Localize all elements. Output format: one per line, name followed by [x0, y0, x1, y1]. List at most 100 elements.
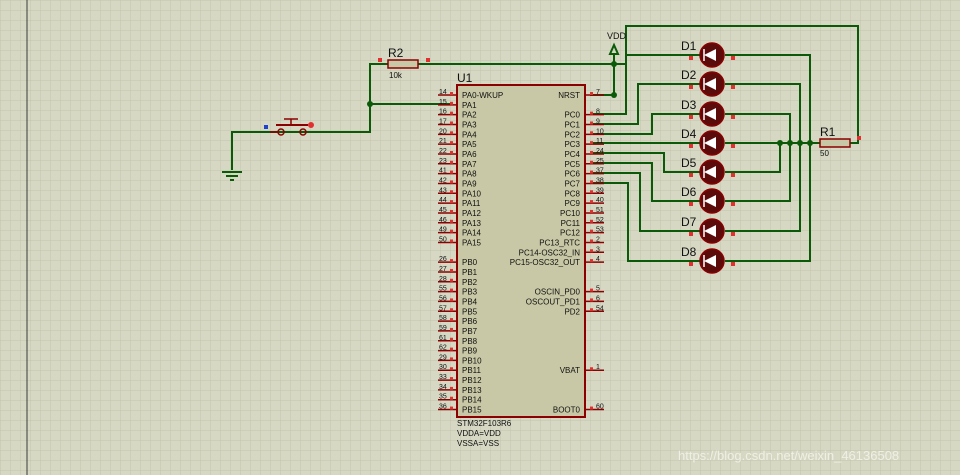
watermark: https://blog.csdn.net/weixin_46136508 [678, 448, 899, 463]
pin-marker [689, 144, 693, 148]
pin-number: 35 [439, 394, 447, 401]
pin-number: 53 [596, 227, 604, 234]
pin-marker [590, 239, 593, 243]
pin-marker [689, 202, 693, 206]
pin-number: 7 [596, 89, 600, 96]
pin-number: 30 [439, 364, 447, 371]
pin-marker [450, 209, 453, 213]
pin-number: 16 [439, 109, 447, 116]
pin-marker [731, 173, 735, 177]
pin-marker [450, 406, 453, 410]
pin-label: PC15-OSC32_OUT [510, 258, 580, 267]
pin-label: PA9 [462, 179, 477, 188]
pin-label: PA8 [462, 170, 477, 179]
pin-label: PC3 [564, 140, 580, 149]
pin-marker [590, 229, 593, 233]
pin-marker [426, 58, 430, 62]
pin-label: OSCIN_PD0 [535, 288, 581, 297]
pin-marker [450, 200, 453, 204]
pin-marker [450, 347, 453, 351]
pin-number: 1 [596, 364, 600, 371]
pin-number: 21 [439, 138, 447, 145]
pin-number: 39 [596, 187, 604, 194]
pin-number: 28 [439, 276, 447, 283]
pin-number: 43 [439, 187, 447, 194]
pin-marker [590, 92, 593, 95]
pin-number: 60 [596, 404, 604, 411]
pin-label: PA12 [462, 209, 482, 218]
pin-marker [450, 92, 453, 95]
pin-marker [689, 115, 693, 119]
pin-marker [450, 318, 453, 322]
pin-marker [450, 180, 453, 184]
pin-label: PA3 [462, 120, 477, 129]
pin-number: 59 [439, 325, 447, 332]
pin-label: PB3 [462, 288, 478, 297]
pin-marker [857, 136, 861, 140]
pin-marker [590, 367, 593, 371]
led-label: D6 [681, 185, 697, 199]
pin-number: 61 [439, 335, 447, 342]
pin-marker [590, 288, 593, 292]
pin-number: 29 [439, 354, 447, 361]
pin-marker [450, 141, 453, 145]
pin-marker [590, 160, 593, 164]
mcu-stm32[interactable]: U1 STM32F103R6 VDDA=VDD VSSA=VSS 14 PA0-W… [438, 71, 604, 448]
pin-number: 11 [596, 138, 603, 145]
schematic-canvas: R2 10k VDD R1 50 U1 STM32F103R6 VDDA=VDD… [0, 0, 960, 475]
pin-label: PB11 [462, 366, 482, 375]
pin-label: PA7 [462, 160, 477, 169]
pin-number: 8 [596, 109, 600, 116]
pin-label: PC0 [564, 111, 580, 120]
pin-label: PC7 [564, 179, 580, 188]
pin-number: 5 [596, 286, 600, 293]
pin-marker [590, 200, 593, 204]
pin-label: PB8 [462, 337, 478, 346]
pin-marker [590, 111, 593, 115]
pin-marker [689, 262, 693, 266]
pin-label: PA14 [462, 229, 482, 238]
pin-marker [590, 170, 593, 174]
pin-label: PB9 [462, 347, 478, 356]
pin-label: PC5 [564, 160, 580, 169]
pin-label: PA4 [462, 130, 477, 139]
pin-marker [450, 357, 453, 361]
button-pin-marker [264, 125, 268, 129]
led-label: D2 [681, 68, 697, 82]
pin-marker [450, 160, 453, 164]
pin-marker [731, 85, 735, 89]
pin-marker [450, 396, 453, 400]
pin-marker [590, 150, 593, 154]
pin-label: PB2 [462, 278, 478, 287]
pin-marker [590, 249, 593, 253]
pin-label: PC6 [564, 170, 580, 179]
pin-marker [450, 121, 453, 125]
pin-label: PC2 [564, 130, 580, 139]
pin-number: 49 [439, 227, 447, 234]
pin-label: PB0 [462, 258, 478, 267]
led-label: D5 [681, 156, 697, 170]
pin-marker [450, 308, 453, 312]
pin-label: PB10 [462, 356, 482, 365]
junction-dot [367, 101, 373, 107]
pin-marker [450, 259, 453, 263]
pin-number: 62 [439, 345, 447, 352]
pin-number: 37 [596, 168, 604, 175]
pin-number: 46 [439, 217, 447, 224]
pin-label: BOOT0 [553, 406, 581, 415]
pin-number: 23 [439, 158, 447, 165]
pin-label: PB1 [462, 268, 478, 277]
pin-label: PC4 [564, 150, 580, 159]
button-actuator [308, 122, 314, 128]
pin-label: PC9 [564, 199, 580, 208]
junction-dot [777, 140, 783, 146]
pin-marker [731, 144, 735, 148]
pin-marker [590, 121, 593, 125]
pin-number: 50 [439, 236, 447, 243]
junction-dot [787, 140, 793, 146]
led-label: D1 [681, 39, 697, 53]
pin-marker [450, 377, 453, 381]
pin-label: PA13 [462, 219, 482, 228]
pin-marker [689, 232, 693, 236]
pin-number: 45 [439, 207, 447, 214]
